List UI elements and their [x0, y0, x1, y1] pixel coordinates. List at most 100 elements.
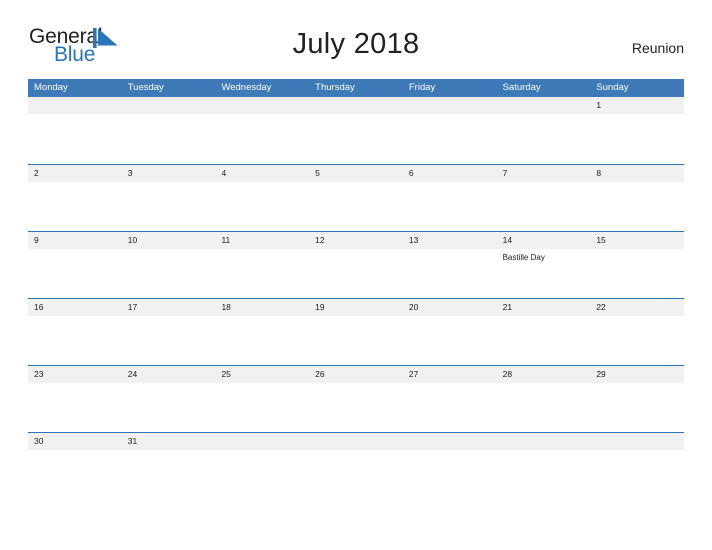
- day-number[interactable]: 13: [403, 232, 497, 249]
- day-number[interactable]: 2: [28, 165, 122, 182]
- day-number[interactable]: 20: [403, 299, 497, 316]
- day-cell[interactable]: [403, 383, 497, 431]
- day-cell[interactable]: [309, 316, 403, 364]
- day-number-band: 1: [28, 97, 684, 114]
- day-number[interactable]: 8: [590, 165, 684, 182]
- calendar-page: General Blue July 2018 Reunion Monday Tue…: [0, 0, 712, 550]
- weekday-header-friday: Friday: [408, 82, 436, 93]
- day-number[interactable]: 25: [215, 366, 309, 383]
- day-cell[interactable]: [215, 182, 309, 230]
- day-number[interactable]: 24: [122, 366, 216, 383]
- day-cell: [590, 450, 684, 498]
- day-number-empty: [122, 97, 216, 114]
- day-number[interactable]: 1: [590, 97, 684, 114]
- weekday-header-row: Monday Tuesday Wednesday Thursday Friday Satu…: [28, 79, 684, 97]
- day-cell[interactable]: [28, 383, 122, 431]
- general-blue-logo[interactable]: General Blue: [28, 26, 198, 70]
- day-cell[interactable]: [403, 249, 497, 297]
- day-cell[interactable]: [215, 249, 309, 297]
- day-number-band: 23 24 25 26 27 28 29: [28, 366, 684, 383]
- calendar-week-row: 23 24 25 26 27 28 29: [28, 365, 684, 432]
- day-cell: [497, 114, 591, 162]
- holiday-label: Bastille Day: [502, 253, 545, 262]
- day-cell[interactable]: [590, 114, 684, 162]
- day-number[interactable]: 26: [309, 366, 403, 383]
- day-number[interactable]: 5: [309, 165, 403, 182]
- calendar-week-row: 2345678: [28, 164, 684, 231]
- day-cell[interactable]: [28, 249, 122, 297]
- day-number[interactable]: 17: [122, 299, 216, 316]
- day-number-empty: [309, 97, 403, 114]
- day-number[interactable]: 29: [590, 366, 684, 383]
- day-cell[interactable]: [122, 450, 216, 498]
- day-cell: [309, 114, 403, 162]
- weekday-header-wednesday: Wednesday: [221, 82, 272, 93]
- day-number-band: 9 10 11 12 13 14 15: [28, 232, 684, 249]
- day-number[interactable]: 31: [122, 433, 216, 450]
- day-number[interactable]: 19: [309, 299, 403, 316]
- day-cell: [215, 114, 309, 162]
- day-number-empty: [215, 97, 309, 114]
- day-number-empty: [590, 433, 684, 450]
- page-title: July 2018: [292, 28, 420, 60]
- day-event-band: [28, 383, 684, 431]
- day-cell[interactable]: [215, 383, 309, 431]
- calendar-week-row: 30 31: [28, 432, 684, 499]
- day-number-empty: [497, 433, 591, 450]
- day-cell: [28, 114, 122, 162]
- day-cell[interactable]: [215, 316, 309, 364]
- day-number-band: 16 17 18 19 20 21 22: [28, 299, 684, 316]
- day-number[interactable]: 10: [122, 232, 216, 249]
- day-cell[interactable]: [497, 182, 591, 230]
- day-cell[interactable]: [590, 316, 684, 364]
- day-cell[interactable]: [122, 182, 216, 230]
- day-cell[interactable]: [122, 316, 216, 364]
- day-cell[interactable]: [309, 249, 403, 297]
- day-number[interactable]: 4: [215, 165, 309, 182]
- day-number[interactable]: 16: [28, 299, 122, 316]
- day-cell[interactable]: [309, 383, 403, 431]
- day-number[interactable]: 22: [590, 299, 684, 316]
- calendar-week-row: 1: [28, 97, 684, 164]
- day-cell[interactable]: [28, 450, 122, 498]
- day-event-band: [28, 450, 684, 498]
- day-cell[interactable]: [28, 182, 122, 230]
- day-cell: [122, 114, 216, 162]
- day-cell[interactable]: Bastille Day: [497, 249, 591, 297]
- calendar-week-row: 16 17 18 19 20 21 22: [28, 298, 684, 365]
- day-cell[interactable]: [590, 249, 684, 297]
- day-cell[interactable]: [122, 383, 216, 431]
- logo-word-blue: Blue: [54, 43, 96, 66]
- day-cell[interactable]: [590, 383, 684, 431]
- day-cell[interactable]: [403, 316, 497, 364]
- day-number[interactable]: 27: [403, 366, 497, 383]
- day-number[interactable]: 7: [497, 165, 591, 182]
- day-cell[interactable]: [497, 383, 591, 431]
- day-number[interactable]: 23: [28, 366, 122, 383]
- day-event-band: Bastille Day: [28, 249, 684, 297]
- day-number[interactable]: 14: [497, 232, 591, 249]
- day-number-empty: [28, 97, 122, 114]
- day-number-empty: [309, 433, 403, 450]
- day-event-band: [28, 114, 684, 162]
- day-cell[interactable]: [403, 182, 497, 230]
- day-cell[interactable]: [590, 182, 684, 230]
- day-number[interactable]: 21: [497, 299, 591, 316]
- day-number[interactable]: 30: [28, 433, 122, 450]
- day-number[interactable]: 28: [497, 366, 591, 383]
- day-number[interactable]: 6: [403, 165, 497, 182]
- region-label: Reunion: [631, 40, 684, 56]
- day-number[interactable]: 3: [122, 165, 216, 182]
- day-cell[interactable]: [309, 182, 403, 230]
- calendar-weeks: 1 2 3 4 5 6 7 8 9 10 11 12 13 14 15 Bastille Day 16 17 18 1…: [28, 97, 684, 499]
- day-cell[interactable]: [28, 316, 122, 364]
- day-cell[interactable]: [497, 316, 591, 364]
- weekday-header-monday: Monday: [34, 82, 68, 93]
- day-number[interactable]: 12: [309, 232, 403, 249]
- day-cell[interactable]: [122, 249, 216, 297]
- day-number[interactable]: 9: [28, 232, 122, 249]
- day-number[interactable]: 11: [215, 232, 309, 249]
- day-number[interactable]: 18: [215, 299, 309, 316]
- weekday-header-saturday: Saturday: [502, 82, 541, 93]
- day-number[interactable]: 15: [590, 232, 684, 249]
